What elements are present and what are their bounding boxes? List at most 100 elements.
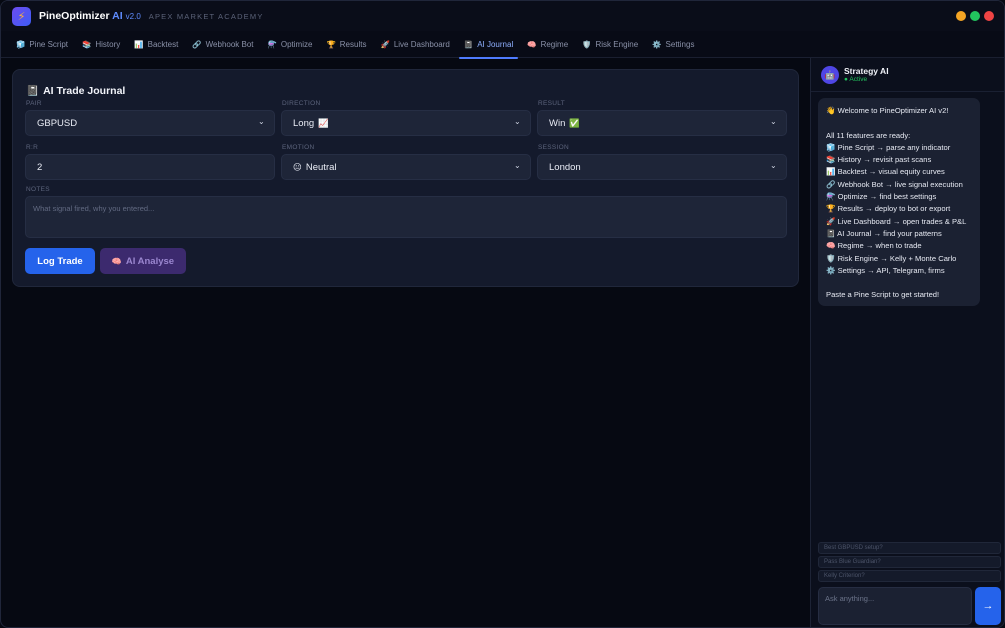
feature-line: 🧊 Pine Script → parse any indicator bbox=[826, 142, 951, 152]
tab-live-dashboard[interactable]: 🚀 Live Dashboard bbox=[373, 31, 456, 58]
cube-icon: 🧊 bbox=[16, 39, 26, 49]
assistant-header: 🤖 Strategy AI ● Active bbox=[811, 58, 1004, 92]
tab-pine-script[interactable]: 🧊 Pine Script bbox=[9, 31, 75, 58]
tab-results[interactable]: 🏆 Results bbox=[319, 31, 373, 58]
direction-label: DIRECTION bbox=[282, 100, 321, 107]
send-button[interactable]: → bbox=[975, 587, 1001, 625]
feature-line: 🚀 Live Dashboard → open trades & P&L bbox=[826, 216, 967, 226]
shield-icon: 🛡️ bbox=[582, 39, 592, 49]
welcome-line: 👋 Welcome to PineOptimizer AI v2! bbox=[826, 106, 949, 115]
feature-line: 📊 Backtest → visual equity curves bbox=[826, 167, 945, 177]
trophy-icon: 🏆 bbox=[326, 39, 336, 49]
tab-label: AI Journal bbox=[477, 39, 514, 49]
rr-input[interactable]: 2 bbox=[25, 154, 275, 180]
direction-value: Long bbox=[293, 117, 315, 129]
tab-ai-journal[interactable]: 📓 AI Journal bbox=[457, 31, 520, 59]
session-label: SESSION bbox=[538, 144, 569, 151]
minimize-button[interactable] bbox=[956, 11, 966, 21]
session-select[interactable]: London ⌄ bbox=[537, 154, 787, 180]
tab-label: Regime bbox=[540, 39, 569, 49]
link-icon: 🔗 bbox=[192, 39, 202, 49]
notebook-icon: 📓 bbox=[463, 39, 474, 49]
tab-regime[interactable]: 🧠 Regime bbox=[520, 31, 575, 58]
tab-bar: 🧊 Pine Script 📚 History 📊 Backtest 🔗 Webhook… bbox=[1, 31, 1004, 59]
robot-icon: 🤖 bbox=[821, 66, 839, 84]
status-badge: ● Active bbox=[844, 76, 868, 83]
pair-select[interactable]: GBPUSD ⌄ bbox=[25, 110, 275, 136]
card-title: 📓 AI Trade Journal bbox=[26, 84, 125, 97]
direction-select[interactable]: Long 📈 ⌄ bbox=[281, 110, 531, 136]
tab-label: History bbox=[95, 39, 121, 49]
emotion-value: Neutral bbox=[305, 161, 337, 173]
feature-line: ⚙️ Settings → API, Telegram, firms bbox=[826, 265, 945, 275]
chevron-down-icon: ⌄ bbox=[514, 161, 521, 170]
tab-label: Results bbox=[339, 39, 367, 49]
feature-line: 🛡️ Risk Engine → Kelly + Monte Carlo bbox=[826, 253, 957, 263]
window-controls bbox=[956, 11, 994, 21]
card-title-text: AI Trade Journal bbox=[43, 85, 126, 97]
check-icon: ✅ bbox=[569, 117, 580, 128]
flask-icon: ⚗️ bbox=[267, 39, 277, 49]
chat-input[interactable] bbox=[818, 587, 972, 625]
maximize-button[interactable] bbox=[970, 11, 980, 21]
pair-value: GBPUSD bbox=[37, 117, 78, 129]
features-heading: All 11 features are ready: bbox=[826, 130, 911, 140]
result-value: Win bbox=[549, 117, 566, 129]
chart-up-icon: 📈 bbox=[318, 117, 329, 128]
bar-chart-icon: 📊 bbox=[134, 39, 144, 49]
books-icon: 📚 bbox=[82, 39, 92, 49]
feature-line: 🏆 Results → deploy to bot or export bbox=[826, 204, 951, 214]
tab-label: Webhook Bot bbox=[205, 39, 254, 49]
tab-risk-engine[interactable]: 🛡️ Risk Engine bbox=[575, 31, 645, 58]
assistant-panel: 🤖 Strategy AI ● Active 👋 Welcome to Pine… bbox=[810, 58, 1004, 627]
gear-icon: ⚙️ bbox=[652, 39, 662, 49]
app-window: ⚡ PineOptimizer AI v2.0 APEX MARKET ACADE… bbox=[0, 0, 1005, 628]
ai-analyse-button[interactable]: 🧠 AI Analyse bbox=[100, 248, 186, 274]
tab-label: Optimize bbox=[280, 39, 313, 49]
ai-analyse-label: AI Analyse bbox=[125, 255, 175, 267]
tab-label: Risk Engine bbox=[595, 39, 639, 49]
assistant-message: 👋 Welcome to PineOptimizer AI v2! All 11… bbox=[818, 98, 980, 306]
tab-label: Backtest bbox=[147, 39, 179, 49]
feature-line: ⚗️ Optimize → find best settings bbox=[826, 192, 937, 202]
assistant-name: Strategy AI bbox=[844, 66, 889, 76]
app-name: PineOptimizer bbox=[39, 10, 110, 22]
tab-label: Settings bbox=[665, 39, 695, 49]
closing-line: Paste a Pine Script to get started! bbox=[826, 290, 940, 300]
chevron-down-icon: ⌄ bbox=[514, 117, 521, 126]
log-trade-button[interactable]: Log Trade bbox=[25, 248, 95, 274]
emotion-label: EMOTION bbox=[282, 144, 315, 151]
tab-label: Pine Script bbox=[29, 39, 69, 49]
pair-label: PAIR bbox=[26, 100, 42, 107]
emotion-select[interactable]: 😐 Neutral ⌄ bbox=[281, 154, 531, 180]
tab-settings[interactable]: ⚙️ Settings bbox=[645, 31, 701, 58]
brain-icon: 🧠 bbox=[527, 39, 537, 49]
suggestion-chip[interactable]: Kelly Criterion? bbox=[818, 570, 1001, 582]
app-version: v2.0 bbox=[125, 12, 141, 21]
app-title: PineOptimizer AI v2.0 bbox=[39, 10, 141, 22]
tab-history[interactable]: 📚 History bbox=[75, 31, 127, 58]
suggestion-chip[interactable]: Best GBPUSD setup? bbox=[818, 542, 1001, 554]
rr-label: R:R bbox=[26, 144, 39, 151]
neutral-face-icon: 😐 bbox=[293, 161, 302, 172]
result-label: RESULT bbox=[538, 100, 565, 107]
tab-webhook-bot[interactable]: 🔗 Webhook Bot bbox=[185, 31, 260, 58]
result-select[interactable]: Win ✅ ⌄ bbox=[537, 110, 787, 136]
notebook-icon: 📓 bbox=[26, 85, 40, 97]
notes-input[interactable] bbox=[25, 196, 787, 238]
notes-label: NOTES bbox=[26, 186, 50, 193]
chevron-down-icon: ⌄ bbox=[770, 117, 777, 126]
close-button[interactable] bbox=[984, 11, 994, 21]
tab-label: Live Dashboard bbox=[393, 39, 450, 49]
app-subtitle: APEX MARKET ACADEMY bbox=[148, 11, 264, 21]
suggestion-chip[interactable]: Pass Blue Guardian? bbox=[818, 556, 1001, 568]
feature-line: 📓 AI Journal → find your patterns bbox=[826, 228, 942, 238]
feature-line: 📚 History → revisit past scans bbox=[826, 155, 932, 165]
lightning-icon: ⚡ bbox=[12, 6, 31, 26]
chevron-down-icon: ⌄ bbox=[258, 117, 265, 126]
tab-backtest[interactable]: 📊 Backtest bbox=[127, 31, 185, 58]
trade-journal-card: 📓 AI Trade Journal PAIR GBPUSD ⌄ DIRECTIO… bbox=[12, 69, 799, 287]
rr-value: 2 bbox=[37, 161, 43, 173]
tab-optimize[interactable]: ⚗️ Optimize bbox=[261, 31, 320, 58]
session-value: London bbox=[549, 161, 581, 173]
